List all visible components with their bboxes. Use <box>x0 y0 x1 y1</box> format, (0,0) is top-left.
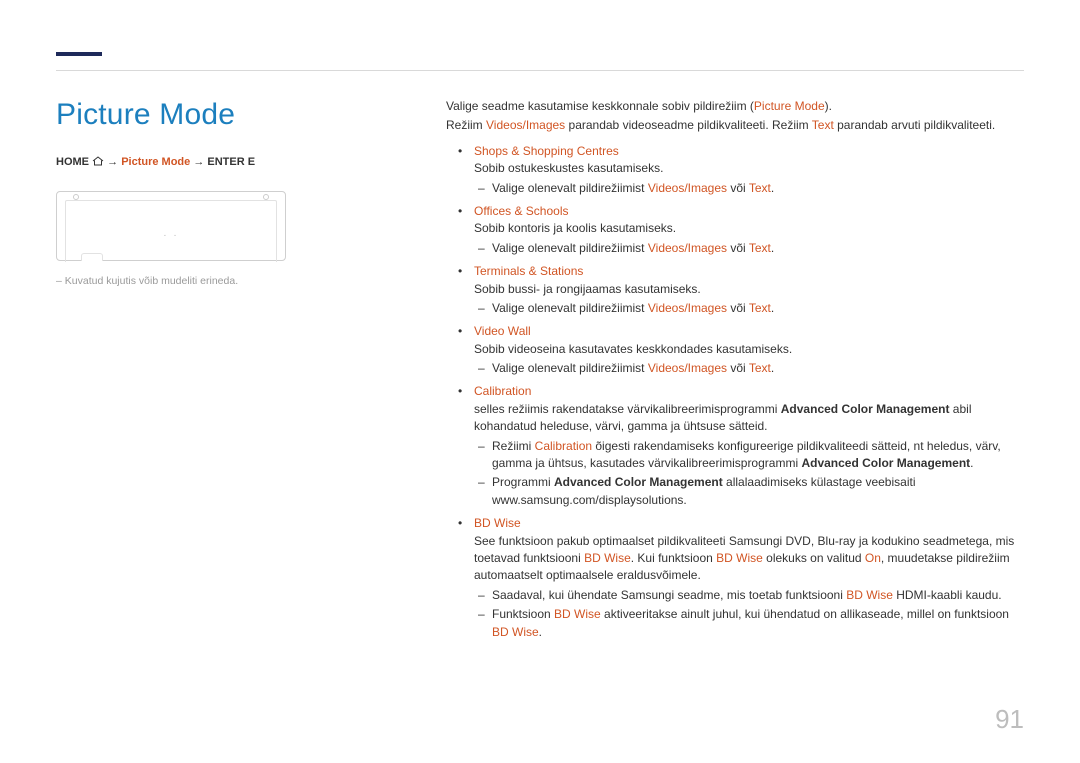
page-title: Picture Mode <box>56 98 406 132</box>
ellipsis-icon: · · <box>163 230 178 241</box>
sub-list: Valige olenevalt pildirežiimist Videos/I… <box>474 300 1024 317</box>
sub-list-item: Valige olenevalt pildirežiimist Videos/I… <box>474 360 1024 377</box>
text: Valige olenevalt pildirežiimist <box>492 241 648 255</box>
page-columns: Picture Mode HOME → Picture Mode → ENTER… <box>56 98 1024 647</box>
highlight-bdwise: BD Wise <box>492 625 539 639</box>
highlight-text: Text <box>812 118 834 132</box>
right-column: Valige seadme kasutamise keskkonnale sob… <box>446 98 1024 647</box>
page-number: 91 <box>995 704 1024 735</box>
text: Valige olenevalt pildirežiimist <box>492 361 648 375</box>
highlight-text: Text <box>749 301 771 315</box>
text: Režiim <box>446 118 486 132</box>
highlight-text: Text <box>749 181 771 195</box>
highlight-bdwise: BD Wise <box>554 607 601 621</box>
text: parandab videoseadme pildikvaliteeti. Re… <box>565 118 812 132</box>
mode-list: Shops & Shopping CentresSobib ostukeskus… <box>446 143 1024 641</box>
text: Valige seadme kasutamise keskkonnale sob… <box>446 99 754 113</box>
sub-list: Režiimi Calibration õigesti rakendamisek… <box>474 438 1024 510</box>
text: parandab arvuti pildikvaliteeti. <box>834 118 995 132</box>
breadcrumb: HOME → Picture Mode → ENTER E <box>56 156 406 169</box>
home-icon <box>92 156 104 169</box>
sub-list-item: Valige olenevalt pildirežiimist Videos/I… <box>474 240 1024 257</box>
breadcrumb-arrow-1: → <box>107 156 118 168</box>
item-title: BD Wise <box>474 515 1024 532</box>
list-item: Shops & Shopping CentresSobib ostukeskus… <box>446 143 1024 197</box>
highlight-text: Text <box>749 361 771 375</box>
text: või <box>727 361 749 375</box>
list-item: Video WallSobib videoseina kasutavates k… <box>446 323 1024 377</box>
item-title: Video Wall <box>474 323 1024 340</box>
highlight-picture-mode: Picture Mode <box>754 99 825 113</box>
item-body: Sobib kontoris ja koolis kasutamiseks. <box>474 220 1024 237</box>
highlight-calibration: Calibration <box>535 439 592 453</box>
list-item: Terminals & StationsSobib bussi- ja rong… <box>446 263 1024 317</box>
highlight-videos-images: Videos/Images <box>648 181 727 195</box>
item-title: Terminals & Stations <box>474 263 1024 280</box>
item-body: Sobib bussi- ja rongijaamas kasutamiseks… <box>474 281 1024 298</box>
sub-list-item: Saadaval, kui ühendate Samsungi seadme, … <box>474 587 1024 604</box>
illustration-footnote: Kuvatud kujutis võib mudeliti erineda. <box>56 275 406 287</box>
breadcrumb-home: HOME <box>56 156 89 168</box>
item-body: See funktsioon pakub optimaalset pildikv… <box>474 533 1024 585</box>
item-title: Offices & Schools <box>474 203 1024 220</box>
list-item-calibration: Calibrationselles režiimis rakendatakse … <box>446 383 1024 509</box>
text: või <box>727 301 749 315</box>
text: . <box>771 301 774 315</box>
item-body: Sobib ostukeskustes kasutamiseks. <box>474 160 1024 177</box>
sub-list: Valige olenevalt pildirežiimist Videos/I… <box>474 240 1024 257</box>
item-body: Sobib videoseina kasutavates keskkondade… <box>474 341 1024 358</box>
highlight-bdwise: BD Wise <box>584 551 631 565</box>
header-divider <box>56 70 1024 71</box>
device-tab-icon <box>81 253 103 261</box>
text: . <box>771 181 774 195</box>
sub-list-item: Funktsioon BD Wise aktiveeritakse ainult… <box>474 606 1024 641</box>
emphasis: Advanced Color Management <box>554 475 723 489</box>
text: . <box>771 361 774 375</box>
device-illustration: · · <box>56 191 286 261</box>
item-title: Calibration <box>474 383 1024 400</box>
sub-list-item: Valige olenevalt pildirežiimist Videos/I… <box>474 300 1024 317</box>
highlight-bdwise: BD Wise <box>846 588 893 602</box>
header-accent-bar <box>56 52 102 56</box>
highlight-videos-images: Videos/Images <box>648 361 727 375</box>
emphasis: Advanced Color Management <box>801 456 970 470</box>
highlight-bdwise: BD Wise <box>716 551 763 565</box>
sub-list: Valige olenevalt pildirežiimist Videos/I… <box>474 360 1024 377</box>
intro-line-1: Valige seadme kasutamise keskkonnale sob… <box>446 98 1024 115</box>
breadcrumb-current: Picture Mode <box>121 156 190 168</box>
intro-line-2: Režiim Videos/Images parandab videoseadm… <box>446 117 1024 134</box>
highlight-videos-images: Videos/Images <box>648 241 727 255</box>
emphasis: Advanced Color Management <box>781 402 950 416</box>
item-title: Shops & Shopping Centres <box>474 143 1024 160</box>
text: või <box>727 241 749 255</box>
highlight-videos-images: Videos/Images <box>648 301 727 315</box>
sub-list-item: Programmi Advanced Color Management alla… <box>474 474 1024 509</box>
sub-list: Saadaval, kui ühendate Samsungi seadme, … <box>474 587 1024 641</box>
text: või <box>727 181 749 195</box>
text: ). <box>825 99 832 113</box>
highlight-on: On <box>865 551 881 565</box>
left-column: Picture Mode HOME → Picture Mode → ENTER… <box>56 98 446 287</box>
highlight-text: Text <box>749 241 771 255</box>
sub-list-item: Valige olenevalt pildirežiimist Videos/I… <box>474 180 1024 197</box>
highlight-videos-images: Videos/Images <box>486 118 565 132</box>
item-body: selles režiimis rakendatakse värvikalibr… <box>474 401 1024 436</box>
breadcrumb-arrow-2: → <box>193 156 204 168</box>
text: Valige olenevalt pildirežiimist <box>492 181 648 195</box>
text: . <box>771 241 774 255</box>
sub-list: Valige olenevalt pildirežiimist Videos/I… <box>474 180 1024 197</box>
breadcrumb-tail: ENTER E <box>207 156 255 168</box>
sub-list-item: Režiimi Calibration õigesti rakendamisek… <box>474 438 1024 473</box>
list-item-bdwise: BD WiseSee funktsioon pakub optimaalset … <box>446 515 1024 641</box>
list-item: Offices & SchoolsSobib kontoris ja kooli… <box>446 203 1024 257</box>
text: Valige olenevalt pildirežiimist <box>492 301 648 315</box>
